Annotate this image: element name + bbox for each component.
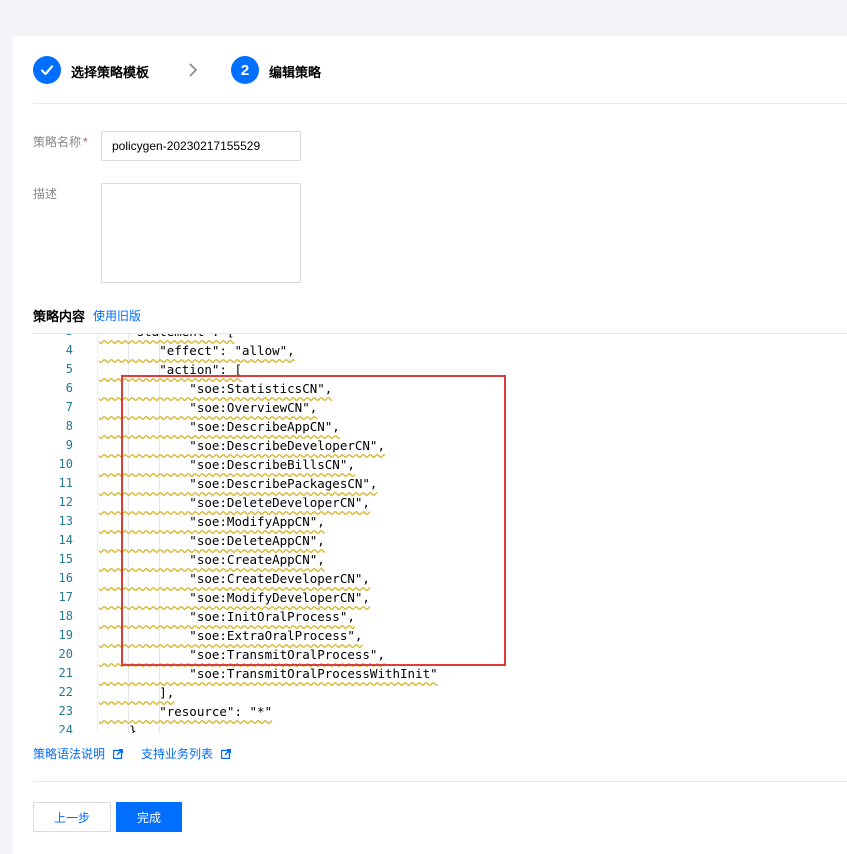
- code-text: ],: [99, 685, 175, 700]
- line-number: 23: [58, 704, 73, 718]
- policy-name-label: 策略名称 *: [33, 135, 88, 149]
- policy-content-title: 策略内容: [33, 309, 86, 324]
- use-old-version-link[interactable]: 使用旧版: [93, 307, 141, 324]
- line-number: 4: [65, 343, 73, 357]
- highlight-box: [121, 375, 506, 666]
- line-number: 7: [65, 400, 73, 414]
- done-button[interactable]: 完成: [116, 802, 182, 832]
- line-number: 10: [58, 457, 73, 471]
- policy-name-input[interactable]: policygen-20230217155529: [101, 131, 301, 161]
- code-line: 4 "effect": "allow",: [33, 341, 847, 360]
- description-textarea[interactable]: [101, 183, 301, 283]
- divider: [33, 103, 847, 104]
- policy-syntax-link[interactable]: 策略语法说明: [33, 745, 124, 762]
- chevron-right-icon: [189, 63, 198, 77]
- line-number: 6: [65, 381, 73, 395]
- line-number: 17: [58, 590, 73, 604]
- step-indicator: 选择策略模板 2 编辑策略: [33, 56, 847, 86]
- line-number: 14: [58, 533, 73, 547]
- line-number: 3: [33, 334, 73, 341]
- line-number: 9: [65, 438, 73, 452]
- line-number: 13: [58, 514, 73, 528]
- line-number: 11: [58, 476, 73, 490]
- code-line: 22 ],: [33, 683, 847, 702]
- line-number: 5: [65, 362, 73, 376]
- code-text: "resource": "*": [99, 704, 273, 719]
- step-2-number: 2: [231, 56, 259, 84]
- code-text: "soe:TransmitOralProcessWithInit": [99, 666, 438, 681]
- external-link-icon: [221, 749, 232, 759]
- external-link-icon: [113, 749, 124, 759]
- code-line: 3 "statement": [: [33, 334, 847, 341]
- line-number: 19: [58, 628, 73, 642]
- description-label: 描述: [33, 187, 58, 201]
- line-number: 21: [58, 666, 73, 680]
- line-number: 22: [58, 685, 73, 699]
- required-mark: *: [83, 135, 88, 149]
- step-done-icon: [33, 56, 61, 84]
- supported-services-link[interactable]: 支持业务列表: [141, 745, 232, 762]
- step-1-label: 选择策略模板: [71, 65, 150, 80]
- divider: [33, 781, 847, 782]
- line-number: 18: [58, 609, 73, 623]
- step-2-label: 编辑策略: [269, 65, 322, 80]
- line-number: 12: [58, 495, 73, 509]
- code-text: "effect": "allow",: [99, 343, 295, 358]
- line-number: 15: [58, 552, 73, 566]
- policy-editor-card: 选择策略模板 2 编辑策略 策略名称 * policygen-2023021715…: [13, 36, 847, 854]
- line-number: 24: [58, 723, 73, 733]
- previous-step-button[interactable]: 上一步: [33, 802, 111, 832]
- code-text: "statement": [: [99, 334, 234, 341]
- line-number: 16: [58, 571, 73, 585]
- line-number: 20: [58, 647, 73, 661]
- line-number: 8: [65, 419, 73, 433]
- code-text: }: [99, 723, 137, 733]
- checkmark-icon: [40, 65, 54, 76]
- code-line: 21 "soe:TransmitOralProcessWithInit": [33, 664, 847, 683]
- code-line: 23 "resource": "*": [33, 702, 847, 721]
- code-line: 24 }: [33, 721, 847, 733]
